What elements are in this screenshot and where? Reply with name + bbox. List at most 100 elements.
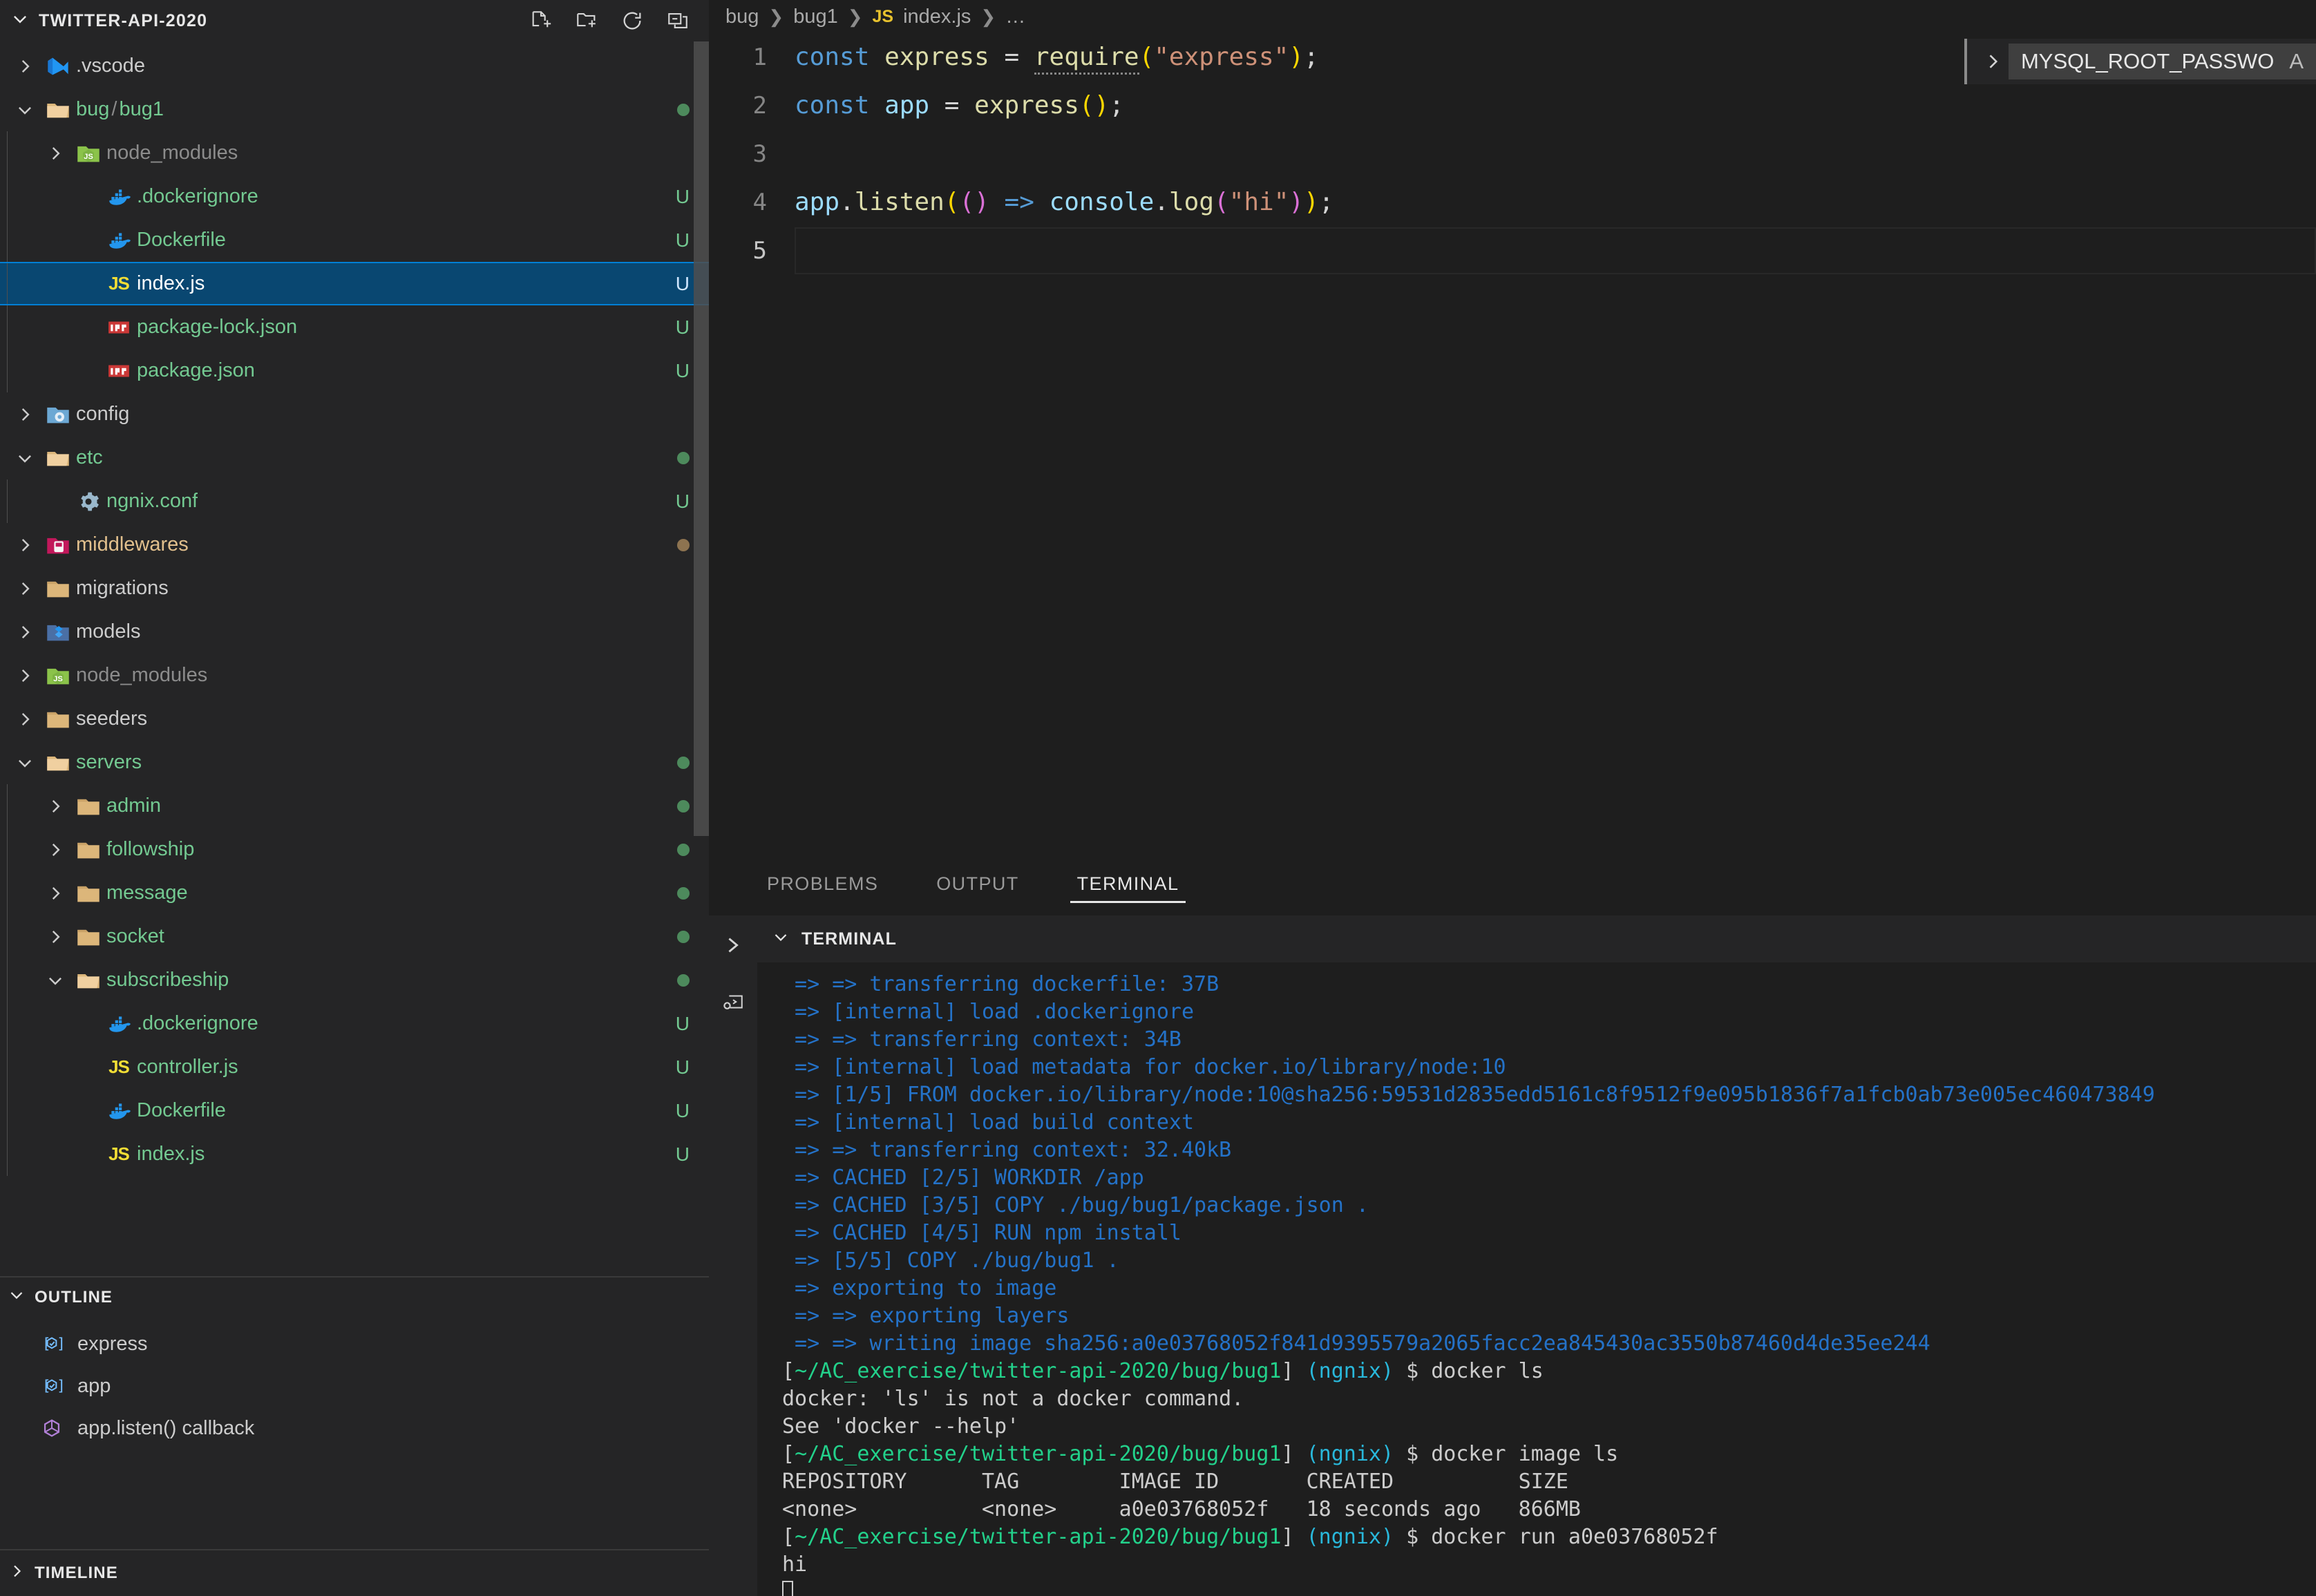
tree-row[interactable]: .dockerignore U <box>0 175 709 218</box>
tree-row-label: models <box>76 620 141 643</box>
chevron-right-icon[interactable] <box>40 841 70 859</box>
terminal-cursor <box>782 1581 793 1596</box>
tree-row[interactable]: JS index.js U <box>0 262 709 305</box>
chevron-down-icon[interactable] <box>10 449 40 467</box>
chevron-down-icon[interactable] <box>40 971 70 989</box>
chevron-right-icon[interactable] <box>712 925 754 965</box>
chevron-right-icon[interactable] <box>10 623 40 641</box>
breadcrumb-item[interactable]: bug <box>725 6 759 28</box>
outline-section-header[interactable]: OUTLINE <box>0 1277 709 1318</box>
tree-row-label: socket <box>106 925 164 947</box>
chevron-right-icon[interactable] <box>40 884 70 902</box>
git-status-badge: U <box>675 1056 690 1078</box>
chevron-right-icon[interactable] <box>10 57 40 75</box>
chevron-right-icon[interactable] <box>40 144 70 162</box>
breadcrumb-item[interactable]: bug1 <box>793 6 838 28</box>
code-line[interactable]: 2 const app = express(); <box>709 82 2316 130</box>
chevron-right-icon[interactable] <box>10 710 40 728</box>
current-line-highlight <box>795 227 2316 274</box>
tree-row[interactable]: socket <box>0 915 709 958</box>
gear-icon <box>70 491 106 513</box>
outline-item[interactable]: [] express <box>0 1323 709 1365</box>
indent-guide <box>0 88 10 131</box>
chevron-down-icon[interactable] <box>10 754 40 772</box>
panel-tab-terminal[interactable]: TERMINAL <box>1058 852 1199 915</box>
tree-row[interactable]: JS index.js U <box>0 1132 709 1176</box>
tree-row[interactable]: middlewares <box>0 523 709 567</box>
tree-row[interactable]: etc <box>0 436 709 479</box>
code-line[interactable]: 5 <box>709 227 2316 275</box>
terminal-line: [~/AC_exercise/twitter-api-2020/bug/bug1… <box>782 1442 1619 1466</box>
tree-row[interactable]: JS node_modules <box>0 654 709 697</box>
folder-change-dot <box>677 451 690 464</box>
tree-row[interactable]: bug / bug1 <box>0 88 709 131</box>
chevron-right-icon[interactable] <box>10 667 40 685</box>
tree-row[interactable]: JS controller.js U <box>0 1045 709 1089</box>
tree-row-label: migrations <box>76 577 169 599</box>
tree-row[interactable]: Dockerfile U <box>0 218 709 262</box>
new-folder-icon[interactable] <box>575 9 598 32</box>
code-line[interactable]: 3 <box>709 130 2316 178</box>
outline-item[interactable]: [] app <box>0 1365 709 1407</box>
folder-change-dot <box>677 799 690 813</box>
panel-tab-output[interactable]: OUTPUT <box>917 852 1038 915</box>
chevron-down-icon <box>11 10 29 32</box>
folder-change-dot <box>677 930 690 943</box>
chevron-right-icon[interactable] <box>10 536 40 554</box>
breadcrumb[interactable]: bug ❯ bug1 ❯ JS index.js ❯… <box>709 0 2316 33</box>
panel-tab-problems[interactable]: PROBLEMS <box>748 852 898 915</box>
tree-row[interactable]: models <box>0 610 709 654</box>
timeline-title: TIMELINE <box>35 1564 118 1582</box>
tree-row[interactable]: ngnix.conf U <box>0 479 709 523</box>
debug-console-icon[interactable] <box>712 982 754 1022</box>
terminal-line: => => exporting layers <box>782 1304 1070 1328</box>
refresh-icon[interactable] <box>620 9 644 32</box>
terminal-line: => CACHED [3/5] COPY ./bug/bug1/package.… <box>782 1193 1369 1217</box>
code-editor[interactable]: 1 const express = require("express"); 2 con… <box>709 33 2316 852</box>
tree-row[interactable]: message <box>0 871 709 915</box>
tree-row[interactable]: migrations <box>0 567 709 610</box>
timeline-section-header[interactable]: TIMELINE <box>0 1550 709 1596</box>
tree-row[interactable]: seeders <box>0 697 709 741</box>
suggest-item[interactable]: MYSQL_ROOT_PASSWO A <box>2008 44 2316 79</box>
docker-icon <box>101 1099 137 1123</box>
tree-row[interactable]: config <box>0 392 709 436</box>
breadcrumb-item[interactable]: index.js <box>903 6 971 28</box>
chevron-down-icon[interactable] <box>10 101 40 119</box>
suggest-item-detail: A <box>2289 49 2304 73</box>
tree-row[interactable]: package-lock.json U <box>0 305 709 349</box>
chevron-right-icon[interactable] <box>40 928 70 946</box>
indent-guide <box>0 1002 70 1045</box>
tree-row[interactable]: JS node_modules <box>0 131 709 175</box>
indent-guide <box>0 131 40 175</box>
tree-row[interactable]: followship <box>0 828 709 871</box>
new-file-icon[interactable] <box>529 9 553 32</box>
tree-row[interactable]: .vscode <box>0 44 709 88</box>
tree-row-label: index.js <box>137 272 205 294</box>
code-line[interactable]: 4 app.listen(() => console.log("hi")); <box>709 178 2316 227</box>
breadcrumb-item[interactable]: … <box>1005 6 1025 28</box>
explorer-title-row[interactable]: TWITTER-API-2020 <box>11 10 207 32</box>
terminal-output[interactable]: => => transferring dockerfile: 37B => [i… <box>757 962 2316 1596</box>
terminal-section-header[interactable]: TERMINAL <box>757 915 2316 962</box>
tree-row[interactable]: package.json U <box>0 349 709 392</box>
chevron-right-icon[interactable] <box>10 580 40 598</box>
tree-row[interactable]: servers <box>0 741 709 784</box>
chevron-right-icon[interactable] <box>40 797 70 815</box>
suggest-widget[interactable]: MYSQL_ROOT_PASSWO A <box>1964 39 2316 84</box>
tree-row[interactable]: admin <box>0 784 709 828</box>
tree-row[interactable]: .dockerignore U <box>0 1002 709 1045</box>
tree-row[interactable]: Dockerfile U <box>0 1089 709 1132</box>
collapse-all-icon[interactable] <box>666 9 690 32</box>
folder-change-dot <box>677 756 690 769</box>
models-folder-icon <box>40 620 76 645</box>
explorer-scrollbar[interactable] <box>694 41 709 836</box>
terminal-line: [~/AC_exercise/twitter-api-2020/bug/bug1… <box>782 1525 1718 1549</box>
outline-item[interactable]: app.listen() callback <box>0 1407 709 1450</box>
chevron-right-icon[interactable] <box>10 406 40 424</box>
panel-tab-bar[interactable]: PROBLEMS OUTPUT TERMINAL <box>709 852 2316 915</box>
tree-row[interactable]: subscribeship <box>0 958 709 1002</box>
indent-guide <box>0 523 10 567</box>
outline-list[interactable]: [] express [] app app.listen() callback <box>0 1317 709 1549</box>
file-tree[interactable]: .vscode bug / bug1 JS node_modules .dockerigno… <box>0 41 709 1276</box>
